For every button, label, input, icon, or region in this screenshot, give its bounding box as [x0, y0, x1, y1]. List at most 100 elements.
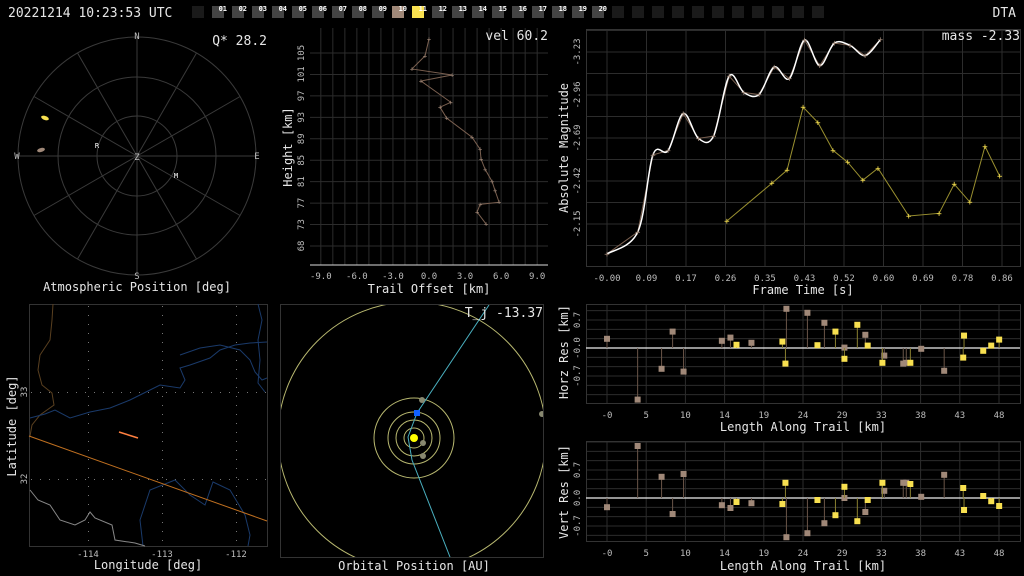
y-tick-label: 0.0	[573, 490, 583, 506]
grid-dot	[236, 459, 237, 460]
grid-dot	[175, 392, 176, 393]
station-10-point: +	[650, 151, 656, 161]
station-10-track	[37, 147, 45, 153]
grid-dot	[162, 513, 163, 514]
grid-dot	[162, 522, 163, 523]
x-tick-label: -0	[602, 549, 613, 559]
station-11-point: +	[982, 142, 988, 152]
station-box-empty	[812, 6, 824, 18]
q-star-stat: Q* 28.2	[212, 34, 267, 49]
polar-spoke	[136, 52, 197, 157]
station-label: 17	[539, 5, 547, 13]
lon-tick-label: -113	[151, 550, 173, 560]
grid-dot	[88, 306, 89, 307]
grid-dot	[265, 392, 266, 393]
site-label: DTA	[993, 6, 1017, 21]
grid-dot	[236, 387, 237, 388]
residual-point	[918, 493, 925, 500]
grid-dot	[236, 405, 237, 406]
y-tick-label: 97	[297, 90, 307, 101]
polar-title: Atmospheric Position [deg]	[43, 280, 231, 294]
residual-point	[779, 501, 786, 507]
station-label: 12	[439, 5, 447, 13]
residual-point	[988, 342, 995, 349]
grid-dot	[247, 479, 248, 480]
y-tick-label: 85	[297, 155, 307, 166]
grid-dot	[236, 477, 237, 478]
polar-spoke	[33, 96, 138, 157]
x-tick-label: 43	[954, 411, 965, 421]
residual-point	[804, 309, 811, 316]
river-salt	[179, 344, 268, 381]
station-10-point: +	[711, 132, 717, 142]
y-tick-label: 0.7	[573, 462, 583, 478]
station-10-point: +	[756, 91, 762, 101]
station-label: 07	[339, 5, 347, 13]
station-10-point: +	[847, 41, 853, 51]
grid-dot	[157, 392, 158, 393]
x-tick-label: 0.86	[991, 274, 1013, 284]
grid-dot	[162, 540, 163, 541]
grid-dot	[236, 315, 237, 316]
station-11-point: +	[724, 217, 730, 227]
trail-point: +	[483, 166, 487, 174]
polar-spoke	[77, 52, 138, 157]
x-tick-label: 0.26	[715, 274, 737, 284]
trail-point: +	[438, 104, 442, 112]
residual-point	[748, 500, 755, 507]
grid-dot	[236, 540, 237, 541]
grid-dot	[265, 479, 266, 480]
lon-tick-label: -112	[225, 550, 247, 560]
compass-w: W	[14, 152, 20, 162]
trail-point: +	[419, 77, 423, 85]
grid-dot	[202, 479, 203, 480]
horizontal-residual-plot: Length Along Trail [km] Horz Res [km] -0…	[557, 304, 1021, 434]
grid-dot	[162, 477, 163, 478]
x-tick-label: 0.17	[675, 274, 697, 284]
x-tick-label: 0.43	[794, 274, 816, 284]
station-11-point: +	[952, 180, 958, 190]
residual-point	[814, 497, 821, 503]
residual-point	[907, 481, 914, 487]
polar-spoke	[33, 155, 138, 216]
residual-point	[862, 509, 869, 515]
station-label: 11	[419, 5, 427, 13]
grid-dot	[88, 540, 89, 541]
station-10-point: +	[771, 63, 777, 73]
grid-dot	[238, 479, 239, 480]
grid-dot	[236, 324, 237, 325]
station-11-point: +	[784, 166, 790, 176]
grid-dot	[236, 531, 237, 532]
x-tick-label: 33	[876, 549, 887, 559]
station-10-point: +	[726, 72, 732, 82]
grid-dot	[88, 531, 89, 532]
trail-ylabel: Height [km]	[281, 107, 295, 186]
lat-tick-label: 32	[20, 474, 30, 485]
y-tick-label: -2.69	[573, 124, 583, 151]
residual-point	[854, 518, 861, 525]
grid-dot	[236, 414, 237, 415]
station-10-line	[606, 38, 881, 255]
residual-point	[821, 319, 828, 326]
station-10-point: +	[817, 62, 823, 72]
meteoroid-orbit	[407, 305, 490, 557]
x-tick-label: -0	[602, 411, 613, 421]
magnitude-ylabel: Absolute Magnitude	[557, 83, 571, 213]
grid-dot	[88, 441, 89, 442]
polar-spoke	[77, 155, 138, 260]
y-tick-label: -3.23	[573, 38, 583, 65]
residual-point	[804, 530, 811, 537]
grid-dot	[184, 479, 185, 480]
station-label: 18	[559, 5, 567, 13]
orbit-frame	[280, 304, 544, 558]
grid-dot	[162, 495, 163, 496]
x-tick-label: 48	[994, 549, 1005, 559]
x-tick-label: 19	[758, 549, 769, 559]
grid-dot	[211, 479, 212, 480]
grid-dot	[162, 405, 163, 406]
residual-point	[996, 503, 1003, 509]
orbital-plot: T_j -13.37 Orbital Position [AU]	[280, 304, 544, 573]
plot-frame	[586, 29, 1021, 267]
x-tick-label: 9.0	[529, 272, 545, 282]
trail-xlabel: Trail Offset [km]	[368, 282, 491, 296]
